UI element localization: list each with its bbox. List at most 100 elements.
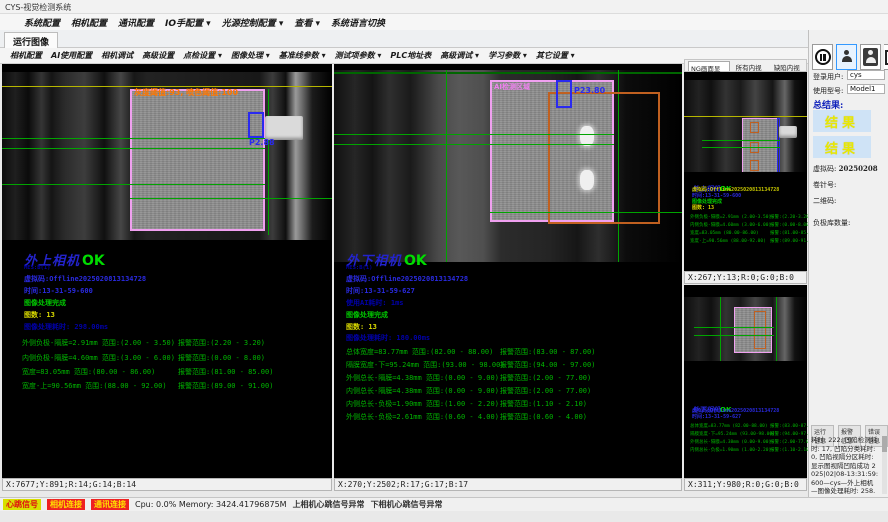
- tool-spot-check[interactable]: 点检设置 ▾: [183, 50, 222, 61]
- camera-connect-badge: 相机连接: [47, 499, 85, 510]
- tool-learning-params[interactable]: 学习参数 ▾: [488, 50, 527, 61]
- user-login-button[interactable]: [836, 44, 857, 70]
- result-badge-upper: 结果: [813, 110, 871, 132]
- thumb-alarm: 报警:(0.00-8.00): [770, 222, 812, 228]
- frame-count-line: 图数: 13: [346, 322, 377, 332]
- tab-defect-views[interactable]: 缺陷内视图: [774, 62, 806, 71]
- tool-image-processing[interactable]: 图像处理 ▾: [231, 50, 270, 61]
- lower-camera-heartbeat: 下相机心跳信号异常: [371, 499, 443, 510]
- time-line: 时间:13-31-59-627: [346, 286, 415, 296]
- measure-line-vertical: [446, 70, 447, 262]
- camera-panel-lower[interactable]: AI检测区域 P23.80 外下相机OK MES:B(1) 虚拟码:Offlin…: [334, 64, 682, 491]
- thumbnail-panel-upper[interactable]: 外上相机OK 虚拟码:Offline2025020813134728 时间:13…: [684, 72, 807, 284]
- tool-camera-config[interactable]: 相机配置: [10, 50, 42, 61]
- log-output[interactable]: 耗时: 222, 凹陷检测耗时: 17, 凹陷分类耗时: 0, 凹陷视隔分区耗时…: [811, 436, 879, 504]
- process-done-line: 图像处理完成: [346, 310, 388, 320]
- tool-test-params[interactable]: 测试项参数 ▾: [335, 50, 382, 61]
- measure-line-vertical: [268, 89, 269, 235]
- thumb-line: 图数: 13: [692, 204, 714, 211]
- measurement-row: 外侧总长-隔膜=4.38mm 范围:(0.00 - 9.00): [346, 373, 499, 383]
- status-ok: OK: [402, 253, 427, 269]
- virtual-code-line: 虚拟码:Offline2025020813134728: [346, 274, 468, 284]
- status-ok: OK: [80, 253, 105, 269]
- marker-label-upper: P2.88: [249, 138, 275, 147]
- pause-button[interactable]: [812, 44, 833, 70]
- pixel-coords-upper: X:7677;Y:891;R:14;G:14;B:14: [2, 478, 332, 491]
- measure-line: [130, 198, 332, 199]
- operator-button[interactable]: [860, 44, 881, 70]
- exit-button[interactable]: →: [884, 44, 888, 70]
- elapsed-line: 图像处理耗时: 298.00ms: [24, 322, 108, 332]
- log-scrollbar[interactable]: [882, 436, 887, 494]
- menu-item-camera-config[interactable]: 相机配置: [71, 16, 107, 29]
- menu-item-system-config[interactable]: 系统配置: [24, 16, 60, 29]
- alarm-range: 报警范围:(2.00 - 77.00): [500, 386, 591, 396]
- model-label: 使用型号:: [813, 86, 843, 96]
- tab-run-image[interactable]: 运行图像: [4, 32, 58, 48]
- thumb-measurement: 隔膜宽度-下=95.24mm (93.00-98.00): [690, 431, 775, 437]
- alarm-range: 报警范围:(94.00 - 97.00): [500, 360, 595, 370]
- thumb-measurement: 内侧负极-隔膜=4.60mm (3.00-6.00): [690, 222, 771, 228]
- thumbnail-panel-lower[interactable]: 外下相机OK 虚拟码:Offline2025020813134728 时间:13…: [684, 285, 807, 491]
- elapsed-line: 图像处理耗时: 180.00ms: [346, 333, 430, 343]
- menu-item-language[interactable]: 系统语言切换: [331, 16, 385, 29]
- tool-ai-config[interactable]: AI使用配置: [51, 50, 92, 61]
- exit-door-icon: →: [885, 50, 888, 65]
- menu-item-view[interactable]: 查看 ▾: [294, 16, 320, 29]
- baseline-yellow: [684, 116, 807, 117]
- ai-detect-box: [754, 311, 766, 349]
- tool-advanced-debug[interactable]: 高级调试 ▾: [440, 50, 479, 61]
- cpu-memory-status: Cpu: 0.0% Memory: 3424.41796875M: [135, 500, 287, 509]
- roi-label: AI检测区域: [494, 82, 530, 92]
- alarm-range: 报警范围:(89.00 - 91.00): [178, 381, 273, 391]
- measure-line: [2, 148, 265, 149]
- measurement-row: 内侧总长-负极=1.90mm 范围:(1.00 - 2.20): [346, 399, 499, 409]
- alarm-range: 报警范围:(81.00 - 85.00): [178, 367, 273, 377]
- thumbnail-image-lower: [684, 297, 807, 361]
- tab-ng-display[interactable]: NG画面显示: [688, 61, 730, 71]
- tool-advanced-settings[interactable]: 高级设置: [142, 50, 174, 61]
- model-value[interactable]: Model1: [847, 84, 885, 94]
- measure-line: [702, 140, 780, 141]
- tab-all-views[interactable]: 所有内视图: [736, 62, 768, 71]
- pause-icon: [815, 49, 831, 65]
- tool-camera-debug[interactable]: 相机调试: [101, 50, 133, 61]
- thumb-measurement: 总体宽度=83.77mm (82.00-88.00): [690, 423, 768, 429]
- measure-line-vertical: [720, 297, 721, 361]
- frame-count-line: 图数: 13: [24, 310, 55, 320]
- thumb-line: 时间:13-31-59-627: [692, 413, 741, 420]
- menu-item-light-config[interactable]: 光源控制配置 ▾: [222, 16, 284, 29]
- alarm-range: 报警范围:(1.10 - 2.10): [500, 399, 587, 409]
- measurement-row: 外侧负极-隔膜=2.91mm 范围:(2.00 - 3.50): [22, 338, 175, 348]
- pixel-coords-thumb-lower: X:311;Y:980;R:0;G:0;B:0: [684, 478, 807, 491]
- mes-line: MES:B(1): [346, 265, 373, 271]
- measurement-row: 外侧总长-负极=2.61mm 范围:(0.60 - 4.00): [346, 412, 499, 422]
- measurement-row: 内侧总长-隔膜=4.38mm 范围:(0.00 - 9.00): [346, 386, 499, 396]
- tool-baseline-params[interactable]: 基准线参数 ▾: [279, 50, 326, 61]
- marker-box-upper: [248, 112, 264, 138]
- roi-rect: [742, 118, 778, 172]
- alarm-range: 报警范围:(2.00 - 77.00): [500, 373, 591, 383]
- ai-elapsed-line: 使用AI耗时: 1ms: [346, 298, 404, 308]
- measure-line: [2, 138, 265, 139]
- camera-panel-upper[interactable]: 灰度阈值:93, 喷色阈值:100 P2.88 外上相机OK MES:B(1) …: [2, 64, 332, 491]
- tool-plc-address[interactable]: PLC地址表: [390, 50, 431, 61]
- thumb-measurement: 内侧总长-负极=1.90mm (1.00-2.20): [690, 447, 771, 453]
- measure-line: [694, 327, 774, 328]
- camera-image-upper: 灰度阈值:93, 喷色阈值:100 P2.88: [2, 72, 332, 240]
- log-scrollbar-thumb[interactable]: [882, 436, 887, 452]
- mes-line: MES:B(1): [24, 265, 51, 271]
- measurement-row: 宽度-上=90.56mm 范围:(88.00 - 92.00): [22, 381, 167, 391]
- qr-code-label: 二维码:: [813, 196, 836, 206]
- status-bar: 心跳信号 相机连接 通讯连接 Cpu: 0.0% Memory: 3424.41…: [0, 497, 888, 511]
- alarm-range: 报警范围:(2.20 - 3.20): [178, 338, 265, 348]
- window-title-bar: CYS-视觉检测系统: [0, 0, 888, 14]
- menu-item-comm-config[interactable]: 通讯配置: [118, 16, 154, 29]
- login-user-value[interactable]: cys: [847, 70, 885, 80]
- measurement-row: 宽度=83.05mm 范围:(80.00 - 86.00): [22, 367, 155, 377]
- pixel-coords-lower: X:270;Y:2502;R:17;G:17;B:17: [334, 478, 682, 491]
- login-user-label: 登录用户:: [813, 72, 843, 82]
- tool-other-settings[interactable]: 其它设置 ▾: [536, 50, 575, 61]
- measure-line: [334, 144, 614, 145]
- menu-item-io-config[interactable]: IO手配置 ▾: [165, 16, 211, 29]
